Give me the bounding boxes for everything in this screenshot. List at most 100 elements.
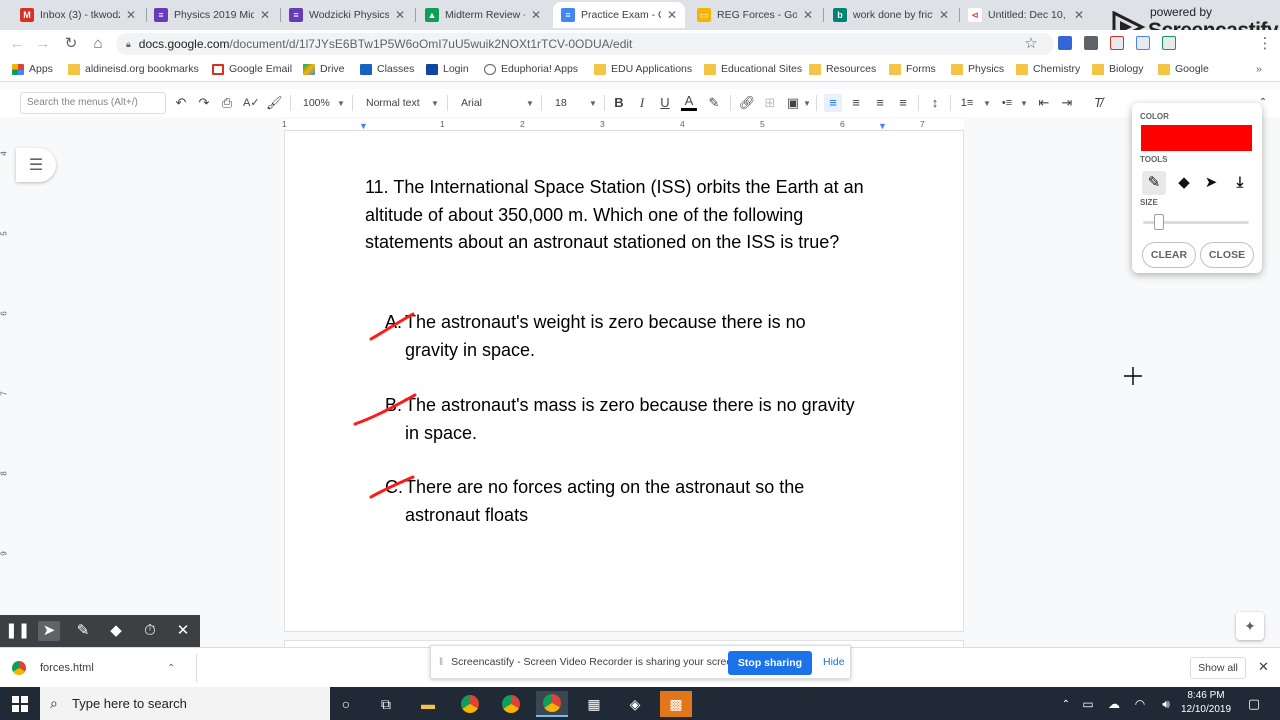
bookmark-item[interactable]: Chemistry <box>1016 63 1080 75</box>
home-icon[interactable]: ⌂ <box>89 35 107 53</box>
download-tool-icon[interactable]: ⤓ <box>1228 171 1252 195</box>
bookmarks-overflow-icon[interactable]: » <box>1256 63 1262 75</box>
chrome-taskbar-icon[interactable] <box>495 691 527 717</box>
timer-icon[interactable]: ⏱︎ <box>139 621 161 641</box>
chrome-menu-icon[interactable]: ⋮ <box>1256 35 1274 53</box>
eraser-icon[interactable]: ◆ <box>105 621 127 641</box>
decrease-indent-icon[interactable]: ⇤ <box>1035 94 1053 112</box>
close-button[interactable]: CLOSE <box>1200 242 1254 268</box>
calculator-icon[interactable]: ▦ <box>578 691 610 717</box>
bookmark-item[interactable]: aldineisd.org bookmarks <box>68 63 199 75</box>
bookmark-item[interactable]: Forms <box>889 63 936 75</box>
undo-icon[interactable]: ↶ <box>173 94 189 112</box>
redo-icon[interactable]: ↷ <box>196 94 212 112</box>
reload-icon[interactable]: ↻ <box>62 35 80 53</box>
align-justify-icon[interactable]: ≡ <box>895 94 911 112</box>
close-tab-icon[interactable]: ✕ <box>667 8 677 22</box>
bookmark-star-icon[interactable]: ☆ <box>1022 35 1040 53</box>
forward-arrow-icon[interactable]: → <box>34 35 52 53</box>
back-arrow-icon[interactable]: ← <box>8 35 26 53</box>
extension-icon[interactable] <box>1084 36 1098 50</box>
browser-tab[interactable]: ≡ Wodzicki Physics 2 ✕ <box>281 2 413 28</box>
spellcheck-icon[interactable]: A✓ <box>243 94 260 112</box>
show-all-button[interactable]: Show all <box>1190 657 1246 679</box>
chrome-taskbar-icon[interactable] <box>536 691 568 717</box>
bookmark-item[interactable]: Educational Sites <box>704 63 802 75</box>
cortana-icon[interactable]: ○ <box>330 691 362 717</box>
extension-icon[interactable] <box>1162 36 1176 50</box>
task-view-icon[interactable]: ⧉ <box>370 691 402 717</box>
close-tab-icon[interactable]: ✕ <box>939 8 949 22</box>
size-slider-thumb[interactable] <box>1154 214 1164 230</box>
browser-tab[interactable]: ▭ REG Forces - Goog ✕ <box>689 2 821 28</box>
taskbar-search-box[interactable]: ⌕ Type here to search <box>40 687 330 720</box>
close-toolbar-icon[interactable]: ✕ <box>172 621 194 641</box>
insert-image-icon[interactable]: ▣ <box>785 94 801 112</box>
text-color-icon[interactable]: A <box>681 94 697 111</box>
browser-tab[interactable]: ▲ Midterm Review - ✕ <box>417 2 549 28</box>
close-tab-icon[interactable]: ✕ <box>260 8 270 22</box>
pause-icon[interactable]: ❚❚ <box>5 621 30 641</box>
document-outline-button[interactable]: ☰ <box>16 148 56 182</box>
underline-icon[interactable]: U <box>658 94 672 112</box>
bookmark-item[interactable]: Eduphoria! Apps <box>484 63 578 75</box>
font-size-select[interactable]: 18 <box>555 94 585 112</box>
align-right-icon[interactable]: ≡ <box>872 94 888 112</box>
bookmark-item[interactable]: Physics <box>951 63 1004 75</box>
browser-tab[interactable]: ≡ Physics 2019 Midt ✕ <box>146 2 278 28</box>
align-center-icon[interactable]: ≡ <box>848 94 864 112</box>
align-left-icon[interactable]: ≡ <box>824 94 842 112</box>
bookmark-item[interactable]: Biology <box>1092 63 1143 75</box>
print-icon[interactable]: ⎙ <box>219 94 235 112</box>
windows-start-icon[interactable] <box>12 696 28 712</box>
app-icon[interactable]: ▩ <box>660 691 692 717</box>
increase-indent-icon[interactable]: ⇥ <box>1058 94 1076 112</box>
file-explorer-icon[interactable]: ▬ <box>412 691 444 717</box>
close-tab-icon[interactable]: ✕ <box>1074 8 1084 22</box>
extension-icon[interactable] <box>1058 36 1072 50</box>
extension-icon[interactable] <box>1136 36 1150 50</box>
pen-icon[interactable]: ✎ <box>72 621 94 641</box>
explore-button[interactable]: ✦ <box>1236 612 1264 640</box>
download-item[interactable]: forces.html ⌃ <box>12 656 190 680</box>
browser-tab[interactable]: b work done by frict ✕ <box>825 2 957 28</box>
italic-icon[interactable]: I <box>635 94 649 112</box>
pen-tool-icon[interactable]: ✎ <box>1142 171 1166 195</box>
menu-search-input[interactable]: Search the menus (Alt+/) <box>20 92 166 114</box>
cursor-tool-icon[interactable]: ➤ <box>38 621 60 641</box>
clear-button[interactable]: CLEAR <box>1142 242 1196 268</box>
paint-format-icon[interactable]: 🖌︎ <box>266 94 283 112</box>
app-icon[interactable]: ◈ <box>619 691 651 717</box>
address-bar[interactable]: 🔒︎ docs.google.com/document/d/1l7JYsE6BT… <box>116 33 1054 55</box>
insert-comment-icon[interactable]: ⊞ <box>762 94 778 112</box>
eraser-tool-icon[interactable]: ◆ <box>1172 171 1196 195</box>
font-select[interactable]: Arial <box>461 94 531 112</box>
close-tab-icon[interactable]: ✕ <box>531 8 541 22</box>
bookmark-item[interactable]: Resources <box>809 63 876 75</box>
browser-tab[interactable]: M Inbox (3) - tkwodz ✕ <box>12 2 144 28</box>
stop-sharing-button[interactable]: Stop sharing <box>728 651 812 675</box>
left-indent-marker-icon[interactable]: ▼ <box>359 121 368 131</box>
bookmark-item[interactable]: Classes <box>360 63 414 75</box>
bookmark-item[interactable]: Google <box>1158 63 1209 75</box>
numbered-list-icon[interactable]: 1≡ <box>958 94 976 112</box>
bold-icon[interactable]: B <box>612 94 626 112</box>
bookmark-item[interactable]: EDU Applications <box>594 63 692 75</box>
bulleted-list-icon[interactable]: •≡ <box>998 94 1016 112</box>
style-select[interactable]: Normal text <box>366 94 436 112</box>
document-page[interactable]: 11. The International Space Station (ISS… <box>284 131 964 632</box>
clear-formatting-icon[interactable]: T̸ <box>1089 94 1107 112</box>
highlight-color-icon[interactable]: ✎ <box>706 94 722 112</box>
hide-link[interactable]: Hide <box>823 656 845 668</box>
chrome-taskbar-icon[interactable] <box>454 691 486 717</box>
bookmark-item[interactable]: Login <box>426 63 469 75</box>
close-tab-icon[interactable]: ✕ <box>803 8 813 22</box>
close-downloads-icon[interactable]: ✕ <box>1258 659 1269 675</box>
drag-handle-icon[interactable]: ‖ <box>439 657 443 668</box>
notifications-icon[interactable]: ▢ <box>1238 691 1270 717</box>
color-swatch[interactable] <box>1141 125 1252 151</box>
close-tab-icon[interactable]: ✕ <box>126 8 136 22</box>
pointer-tool-icon[interactable]: ➤ <box>1199 171 1223 195</box>
bookmark-item[interactable]: Google Email <box>212 63 292 75</box>
right-indent-marker-icon[interactable]: ▼ <box>878 121 887 131</box>
